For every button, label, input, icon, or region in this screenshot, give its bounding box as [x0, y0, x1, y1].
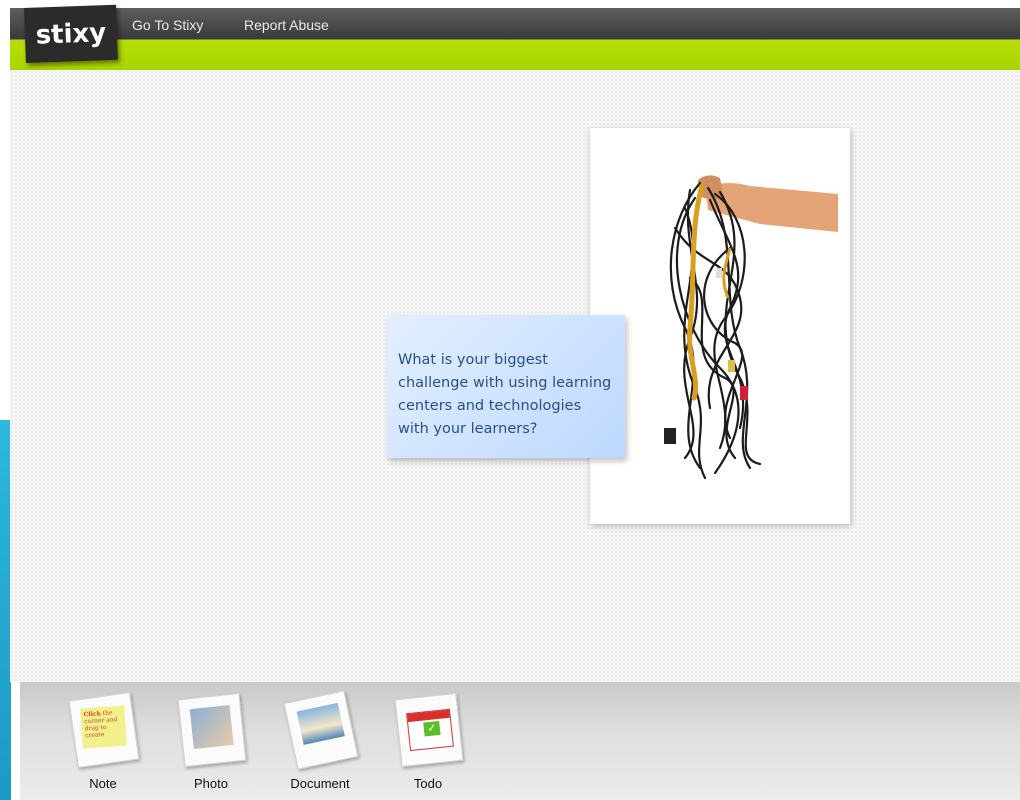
widget-dock: Click the corner and drag to create Note…	[20, 682, 1020, 800]
dock-todo-label: Todo	[413, 776, 443, 791]
todo-calendar-icon: ✓	[394, 692, 464, 768]
photo-icon	[177, 692, 247, 768]
tangled-cables-photo	[664, 175, 838, 480]
dock-note-label: Note	[89, 776, 117, 791]
photo-widget[interactable]	[590, 128, 850, 524]
dock-photo-button[interactable]: Photo	[161, 690, 261, 800]
dock-document-label: Document	[290, 776, 350, 791]
go-to-stixy-link[interactable]: Go To Stixy	[132, 17, 203, 33]
document-icon	[283, 690, 359, 770]
dock-todo-button[interactable]: ✓ Todo	[378, 690, 478, 800]
arm-shape	[705, 183, 838, 232]
top-header: stixy Go To Stixy Report Abuse	[10, 4, 1020, 70]
note-text: What is your biggest challenge with usin…	[398, 352, 612, 437]
report-abuse-link[interactable]: Report Abuse	[244, 17, 329, 33]
dock-photo-label: Photo	[194, 776, 228, 791]
stixy-logo[interactable]: stixy	[24, 4, 118, 63]
sticky-note-icon: Click the corner and drag to create	[68, 692, 140, 768]
sticky-note[interactable]: What is your biggest challenge with usin…	[387, 315, 625, 458]
dock-document-button[interactable]: Document	[270, 690, 370, 800]
dock-note-button[interactable]: Click the corner and drag to create Note	[53, 690, 153, 800]
